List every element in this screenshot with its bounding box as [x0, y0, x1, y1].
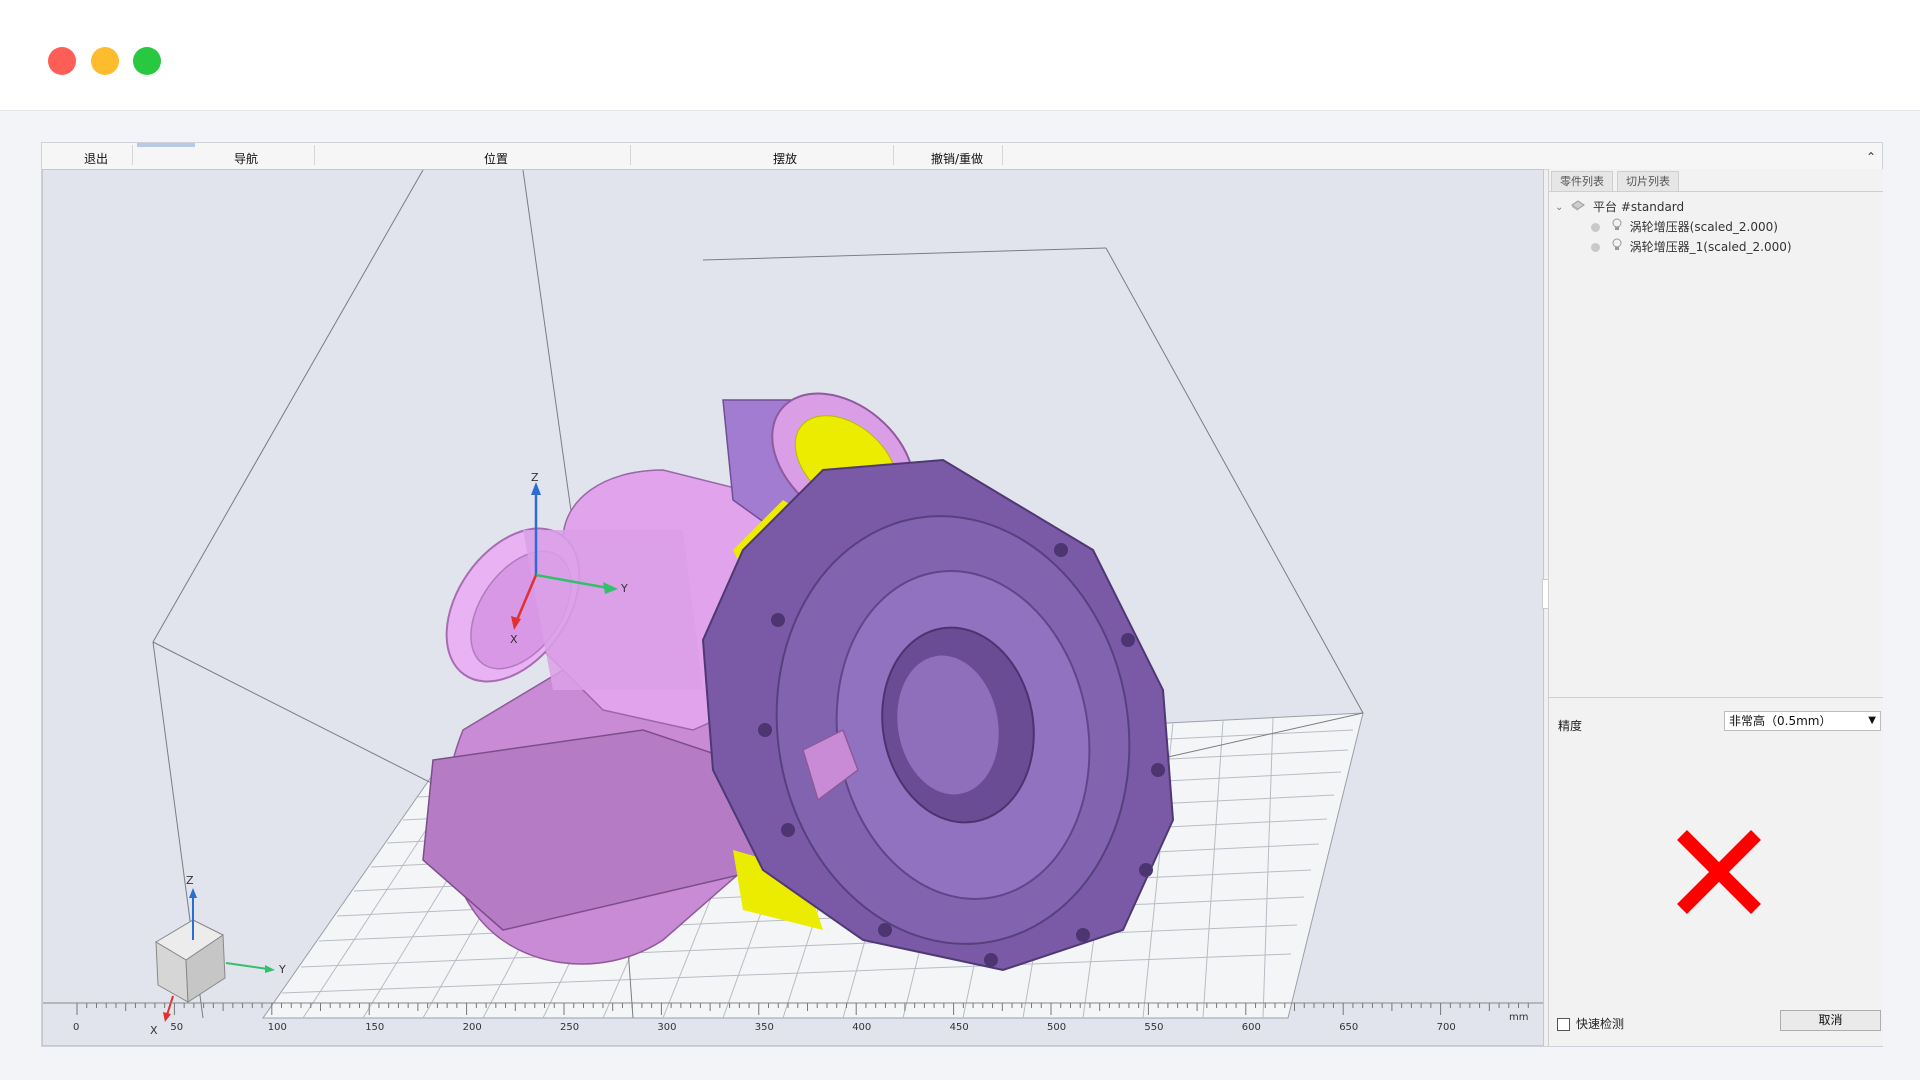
zoom-window-button[interactable] [133, 47, 161, 75]
ruler-tick-label: 350 [755, 1022, 774, 1033]
lightbulb-icon [1612, 218, 1622, 237]
error-x-icon [1677, 830, 1761, 914]
ruler-tick-label: 450 [950, 1022, 969, 1033]
3d-viewport[interactable]: Z Y X Z Y X 0 50 100 150 200 250 300 350… [42, 169, 1544, 1046]
tree-root-row[interactable]: ⌄ 平台 #standard [1555, 198, 1684, 216]
exit-button[interactable]: 退出 [72, 150, 120, 167]
view-cube[interactable] [155, 888, 275, 1022]
visibility-dot-icon[interactable] [1591, 243, 1600, 252]
ruler-tick-label: 700 [1437, 1022, 1456, 1033]
tree-root-label: 平台 #standard [1593, 200, 1685, 214]
right-panel: 零件列表 切片列表 ⌄ 平台 #standard 涡轮增压器(scaled_2.… [1548, 169, 1883, 1046]
ruler-tick-label: 550 [1144, 1022, 1163, 1033]
toolbar-active-indicator [137, 143, 195, 147]
ruler-tick-label: 300 [657, 1022, 676, 1033]
gizmo-z-label: Z [531, 471, 539, 484]
ruler-tick-label: 150 [365, 1022, 384, 1033]
parts-tree: ⌄ 平台 #standard 涡轮增压器(scaled_2.000) 涡轮增压器… [1549, 192, 1883, 698]
ruler-tick-label: 250 [560, 1022, 579, 1033]
ruler-tick-label: 400 [852, 1022, 871, 1033]
panel-tabs: 零件列表 切片列表 [1549, 169, 1883, 192]
ruler-tick-label: 500 [1047, 1022, 1066, 1033]
ruler-tick-label: 50 [170, 1022, 183, 1033]
position-button[interactable]: 位置 [472, 150, 520, 167]
toolbar-divider [893, 145, 894, 165]
ruler-tick-label: 600 [1242, 1022, 1261, 1033]
turbocharger-model[interactable] [419, 366, 1175, 972]
checkbox-icon[interactable] [1557, 1018, 1570, 1031]
toolbar: 退出 导航 位置 摆放 撤销/重做 ⌃ [42, 143, 1882, 170]
close-window-button[interactable] [48, 47, 76, 75]
ruler-tick-label: 200 [463, 1022, 482, 1033]
precision-select-value: 非常高（0.5mm） [1729, 714, 1832, 728]
toolbar-divider [132, 145, 133, 165]
toolbar-divider [314, 145, 315, 165]
tab-slice-list[interactable]: 切片列表 [1617, 171, 1679, 191]
collapse-toolbar-icon[interactable]: ⌃ [1866, 150, 1876, 164]
ruler-tick-label: 0 [73, 1022, 79, 1033]
toolbar-divider [1002, 145, 1003, 165]
precision-label: 精度 [1558, 719, 1583, 733]
scene-canvas[interactable]: Z Y X Z Y X 0 50 100 150 200 250 300 350… [43, 170, 1543, 1046]
lightbulb-icon [1612, 238, 1622, 257]
viewcube-y-label: Y [278, 963, 286, 976]
tree-item-row[interactable]: 涡轮增压器_1(scaled_2.000) [1591, 238, 1792, 256]
cancel-button[interactable]: 取消 [1780, 1010, 1881, 1031]
chevron-down-icon: ▼ [1868, 715, 1876, 726]
gizmo-y-label: Y [620, 582, 628, 595]
chevron-down-icon[interactable]: ⌄ [1555, 199, 1563, 217]
quick-check-label: 快速检测 [1576, 1017, 1625, 1031]
minimize-window-button[interactable] [91, 47, 119, 75]
ruler-tick-label: 100 [268, 1022, 287, 1033]
tree-item-label: 涡轮增压器(scaled_2.000) [1629, 220, 1778, 234]
viewcube-z-label: Z [186, 874, 194, 887]
tree-item-label: 涡轮增压器_1(scaled_2.000) [1629, 240, 1792, 254]
visibility-dot-icon[interactable] [1591, 223, 1600, 232]
quick-check-checkbox[interactable]: 快速检测 [1557, 1015, 1624, 1032]
platform-icon [1571, 199, 1586, 217]
navigate-button[interactable]: 导航 [222, 150, 270, 167]
gizmo-x-label: X [510, 633, 518, 646]
ruler-tick-label: 650 [1339, 1022, 1358, 1033]
app-window: 退出 导航 位置 摆放 撤销/重做 ⌃ Z Y X Z Y X 0 50 100… [41, 142, 1883, 1047]
toolbar-divider [630, 145, 631, 165]
tree-item-row[interactable]: 涡轮增压器(scaled_2.000) [1591, 218, 1778, 236]
tab-parts-list[interactable]: 零件列表 [1551, 171, 1613, 191]
viewcube-x-label: X [150, 1024, 158, 1037]
ruler-unit-label: mm [1509, 1012, 1528, 1023]
undo-redo-button[interactable]: 撤销/重做 [917, 150, 997, 167]
window-titlebar [0, 0, 1920, 111]
repair-options: 精度 非常高（0.5mm） ▼ 快速检测 取消 [1549, 699, 1883, 1044]
precision-select[interactable]: 非常高（0.5mm） ▼ [1724, 711, 1881, 731]
placement-button[interactable]: 摆放 [761, 150, 809, 167]
